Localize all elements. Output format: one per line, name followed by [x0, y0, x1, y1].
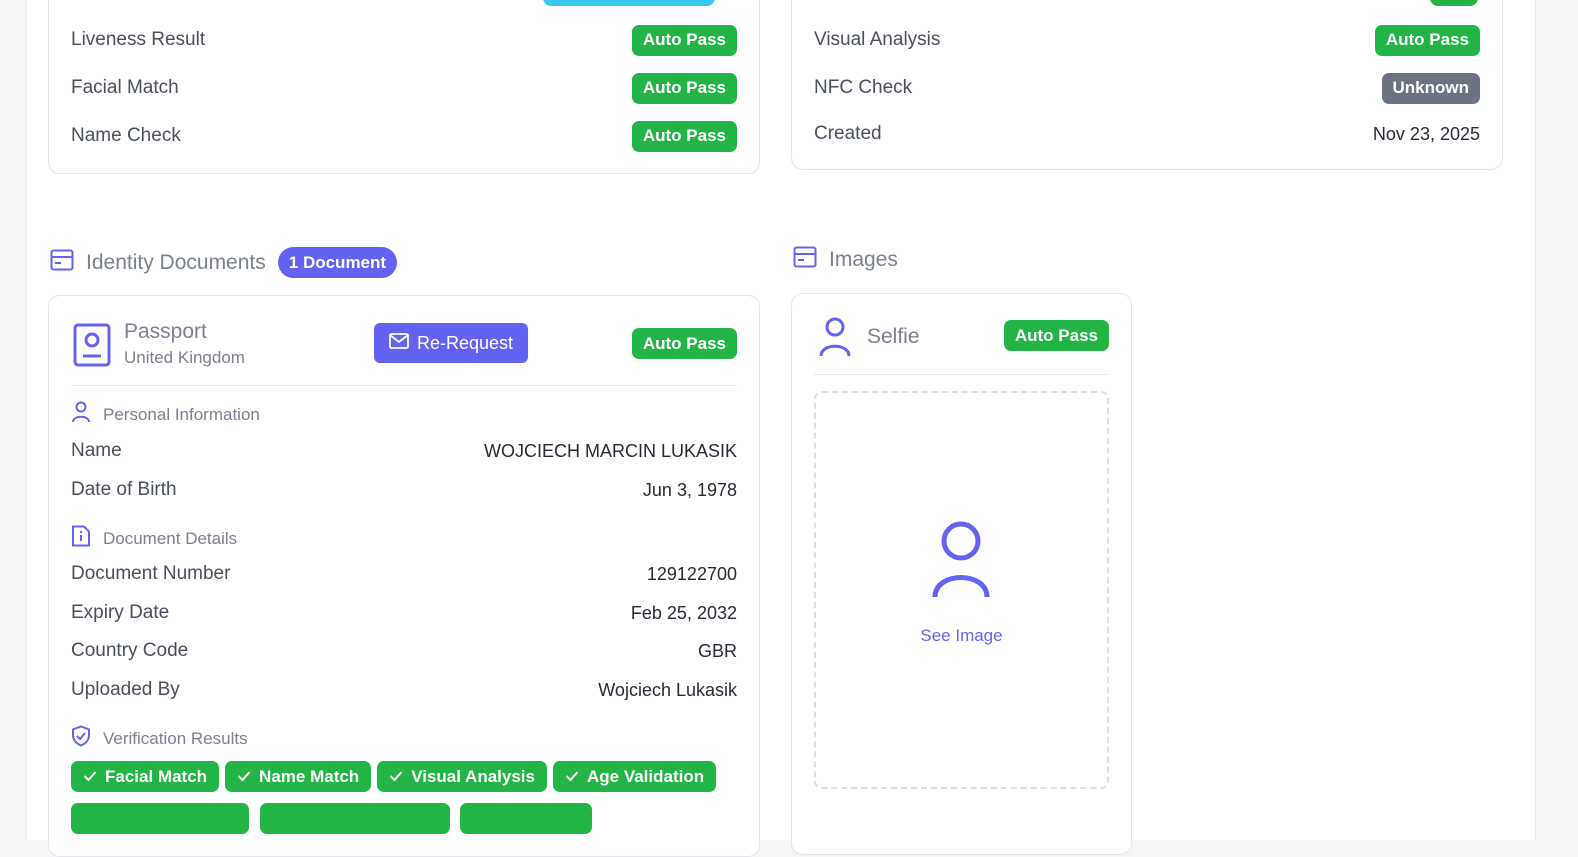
card-icon [50, 249, 74, 277]
summary-row-name-check: Name Check Auto Pass [71, 120, 737, 152]
cut-off-status-badge [543, 0, 715, 6]
field-label: Expiry Date [71, 602, 170, 623]
verification-chip: Name Match [225, 761, 372, 792]
sub-heading-label: Personal Information [103, 404, 260, 424]
sub-heading-label: Verification Results [103, 728, 248, 748]
chip-label: Facial Match [105, 766, 208, 786]
row-label: Liveness Result [71, 29, 206, 50]
verification-chip-cutoff [260, 803, 450, 834]
user-icon [818, 317, 852, 362]
field-label: Date of Birth [71, 479, 177, 500]
field-value: Jun 3, 1978 [642, 479, 737, 500]
summary-row-created: Created Nov 23, 2025 [814, 118, 1480, 150]
sub-heading-label: Document Details [103, 528, 238, 548]
field-label: Country Code [71, 640, 189, 661]
field-row-uploaded-by: Uploaded By Wojciech Lukasik [71, 674, 737, 706]
document-info-icon [71, 525, 91, 552]
passport-icon [73, 323, 111, 372]
summary-row-nfc-check: NFC Check Unknown [814, 72, 1480, 104]
field-value: 129122700 [646, 563, 737, 584]
user-icon [931, 521, 991, 604]
document-status-badge: Auto Pass [631, 328, 737, 359]
user-icon [71, 401, 91, 428]
verification-chip-cutoff [71, 803, 249, 834]
re-request-label: Re-Request [417, 332, 514, 353]
section-title: Images [829, 248, 898, 271]
row-label: NFC Check [814, 77, 913, 98]
field-label: Uploaded By [71, 679, 180, 700]
row-label: Name Check [71, 125, 181, 146]
selfie-card: Selfie Auto Pass See Image [791, 293, 1132, 855]
created-date: Nov 23, 2025 [1372, 123, 1480, 144]
chip-label: Visual Analysis [411, 766, 535, 786]
field-value: WOJCIECH MARCIN LUKASIK [483, 440, 737, 461]
selfie-status-badge: Auto Pass [1003, 320, 1109, 351]
status-badge: Auto Pass [631, 72, 737, 104]
field-label: Name [71, 440, 122, 461]
document-count-badge: 1 Document [277, 247, 398, 278]
page-container: Liveness Result Auto Pass Facial Match A… [26, 0, 1536, 857]
field-row-country-code: Country Code GBR [71, 635, 737, 667]
mail-icon [389, 332, 409, 354]
row-label: Created [814, 123, 882, 144]
document-type: Passport [124, 320, 207, 343]
personal-information-heading: Personal Information [71, 401, 260, 428]
verification-chip-cutoff [460, 803, 592, 834]
check-icon [389, 767, 403, 787]
field-row-expiry-date: Expiry Date Feb 25, 2032 [71, 597, 737, 629]
selfie-label: Selfie [867, 325, 920, 348]
document-country: United Kingdom [124, 348, 245, 367]
summary-row-facial-match: Facial Match Auto Pass [71, 72, 737, 104]
images-header: Images [793, 246, 898, 274]
selfie-divider [814, 374, 1109, 375]
top-right-summary-card: Visual Analysis Auto Pass NFC Check Unkn… [791, 0, 1503, 170]
see-image-link[interactable]: See Image [816, 626, 1107, 646]
card-icon [793, 246, 817, 274]
verification-chip: Age Validation [552, 761, 717, 792]
status-badge: Unknown [1381, 72, 1480, 104]
row-label: Facial Match [71, 77, 179, 98]
re-request-button[interactable]: Re-Request [374, 323, 529, 363]
field-row-name: Name WOJCIECH MARCIN LUKASIK [71, 435, 737, 467]
field-value: Wojciech Lukasik [598, 679, 737, 700]
header-divider [71, 385, 737, 386]
passport-document-card: Passport United Kingdom Re-Request Auto … [48, 295, 760, 857]
status-badge: Auto Pass [631, 24, 737, 56]
shield-check-icon [71, 725, 91, 752]
summary-row-visual-analysis: Visual Analysis Auto Pass [814, 24, 1480, 56]
row-label: Visual Analysis [814, 29, 941, 50]
verification-chip: Facial Match [71, 761, 220, 792]
verification-chips: Facial Match Name Match Visual Analysis … [71, 761, 749, 792]
document-details-heading: Document Details [71, 525, 237, 552]
field-label: Document Number [71, 563, 231, 584]
summary-row-liveness: Liveness Result Auto Pass [71, 24, 737, 56]
top-left-summary-card: Liveness Result Auto Pass Facial Match A… [48, 0, 760, 174]
check-icon [83, 767, 97, 787]
selfie-image-placeholder[interactable]: See Image [814, 391, 1109, 789]
identity-documents-header: Identity Documents 1 Document [50, 247, 398, 278]
section-title: Identity Documents [86, 250, 266, 274]
field-value: Feb 25, 2032 [630, 602, 737, 623]
field-value: GBR [697, 640, 737, 661]
chip-label: Age Validation [586, 766, 705, 786]
chip-label: Name Match [259, 766, 360, 786]
check-icon [565, 767, 579, 787]
verification-chip: Visual Analysis [377, 761, 547, 792]
status-badge: Auto Pass [1374, 24, 1480, 56]
verification-results-heading: Verification Results [71, 725, 248, 752]
cut-off-status-badge [1430, 0, 1478, 6]
field-row-date-of-birth: Date of Birth Jun 3, 1978 [71, 474, 737, 506]
status-badge: Auto Pass [631, 120, 737, 152]
field-row-document-number: Document Number 129122700 [71, 558, 737, 590]
check-icon [237, 767, 251, 787]
